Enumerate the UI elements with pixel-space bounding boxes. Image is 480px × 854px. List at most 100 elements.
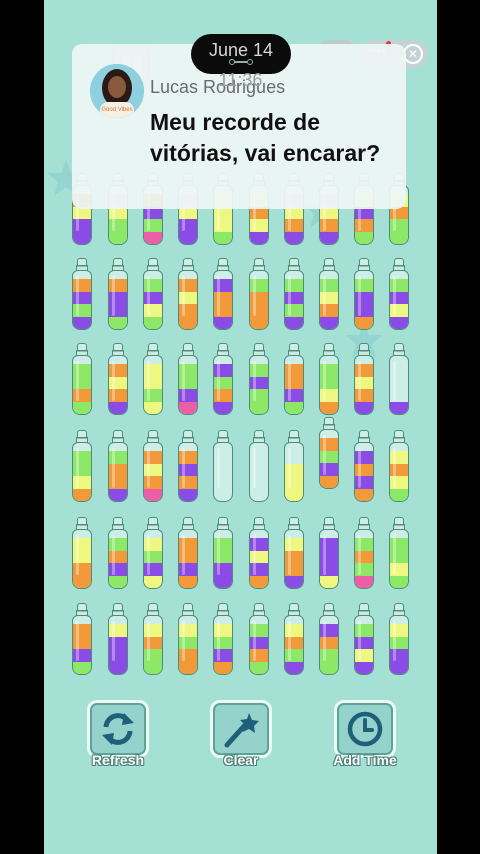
liquid-layer (144, 231, 162, 244)
liquid-layer (109, 316, 127, 329)
bottle[interactable] (72, 517, 92, 589)
bottle[interactable] (108, 343, 128, 415)
bottle[interactable] (178, 517, 198, 589)
bottle[interactable] (143, 603, 163, 675)
bottle[interactable] (108, 258, 128, 330)
bottle[interactable] (354, 343, 374, 415)
bottle[interactable] (389, 430, 409, 502)
bottle-shine (393, 621, 396, 661)
bottle-body (319, 355, 339, 415)
bottle[interactable] (178, 430, 198, 502)
bottle-body (354, 270, 374, 330)
bottle[interactable] (213, 603, 233, 675)
bottle[interactable] (284, 517, 304, 589)
bottle[interactable] (389, 343, 409, 415)
bottle-shine (147, 535, 150, 575)
bottle-body (108, 529, 128, 589)
liquid-layer (144, 488, 162, 501)
bottle-body (319, 615, 339, 675)
liquid-layer (320, 231, 338, 244)
bottle-body (284, 442, 304, 502)
bottle[interactable] (284, 603, 304, 675)
clock-icon (347, 711, 383, 747)
bottle[interactable] (354, 430, 374, 502)
bottle[interactable] (249, 517, 269, 589)
bottle[interactable] (249, 603, 269, 675)
add-time-button[interactable]: Add Time (333, 700, 397, 768)
bottle[interactable] (143, 517, 163, 589)
bottle-body (284, 529, 304, 589)
refresh-button[interactable]: Refresh (87, 700, 149, 768)
liquid-layer (179, 401, 197, 414)
bottle[interactable] (354, 258, 374, 330)
bottle[interactable] (72, 258, 92, 330)
bottle[interactable] (178, 603, 198, 675)
bottle[interactable] (284, 343, 304, 415)
bottle[interactable] (319, 343, 339, 415)
bottle[interactable] (108, 430, 128, 502)
liquid-layer (144, 661, 162, 674)
bottle[interactable] (108, 517, 128, 589)
clear-button[interactable]: Clear (210, 700, 272, 768)
bottle[interactable] (213, 430, 233, 502)
liquid-layer (355, 316, 373, 329)
bottle[interactable] (284, 430, 304, 502)
bottle[interactable] (108, 603, 128, 675)
liquid-layer (390, 575, 408, 588)
bottle[interactable] (72, 343, 92, 415)
bottle[interactable] (354, 603, 374, 675)
bottle-body (249, 529, 269, 589)
bottle[interactable] (143, 430, 163, 502)
liquid-layer (214, 661, 232, 674)
bottle[interactable] (143, 343, 163, 415)
bottle-shine (358, 361, 361, 401)
bottle[interactable] (319, 517, 339, 589)
bottle[interactable] (178, 343, 198, 415)
liquid-layer (320, 575, 338, 588)
bottle-shine (76, 448, 79, 488)
bottle[interactable] (249, 430, 269, 502)
bottle[interactable] (213, 343, 233, 415)
liquid-layer (214, 231, 232, 244)
bottle[interactable] (389, 517, 409, 589)
bottle[interactable] (284, 258, 304, 330)
liquid-layer (390, 231, 408, 244)
bottle[interactable] (389, 603, 409, 675)
bottle[interactable] (249, 343, 269, 415)
bottle[interactable] (72, 603, 92, 675)
bottle[interactable] (143, 258, 163, 330)
bottle-shine (147, 621, 150, 661)
bottle-body (72, 442, 92, 502)
bottle-body (389, 529, 409, 589)
bottle[interactable] (389, 258, 409, 330)
liquid-layer (179, 488, 197, 501)
liquid-layer (250, 316, 268, 329)
bottle-body (284, 270, 304, 330)
bottle[interactable] (319, 603, 339, 675)
bottle-shine (253, 448, 256, 488)
date-text: June 14 (208, 40, 274, 60)
liquid-layer (179, 231, 197, 244)
bottle-shine (393, 361, 396, 401)
liquid-layer (285, 661, 303, 674)
bottle-shine (393, 535, 396, 575)
bottle[interactable] (354, 517, 374, 589)
bottle[interactable] (178, 258, 198, 330)
bottle-body (284, 355, 304, 415)
bottle[interactable] (249, 258, 269, 330)
bottle-shine (147, 361, 150, 401)
bottle-shine (76, 361, 79, 401)
close-icon[interactable]: ✕ (403, 44, 423, 64)
liquid-layer (73, 661, 91, 674)
bottle-shine (288, 448, 291, 488)
bottle[interactable] (213, 517, 233, 589)
bottle-body (143, 529, 163, 589)
bottle[interactable] (319, 258, 339, 330)
bottle[interactable] (319, 417, 339, 489)
bottle[interactable] (72, 430, 92, 502)
bottle-body (178, 355, 198, 415)
bottle-shine (323, 535, 326, 575)
bottle-body (143, 355, 163, 415)
bottle-shine (112, 535, 115, 575)
bottle[interactable] (213, 258, 233, 330)
